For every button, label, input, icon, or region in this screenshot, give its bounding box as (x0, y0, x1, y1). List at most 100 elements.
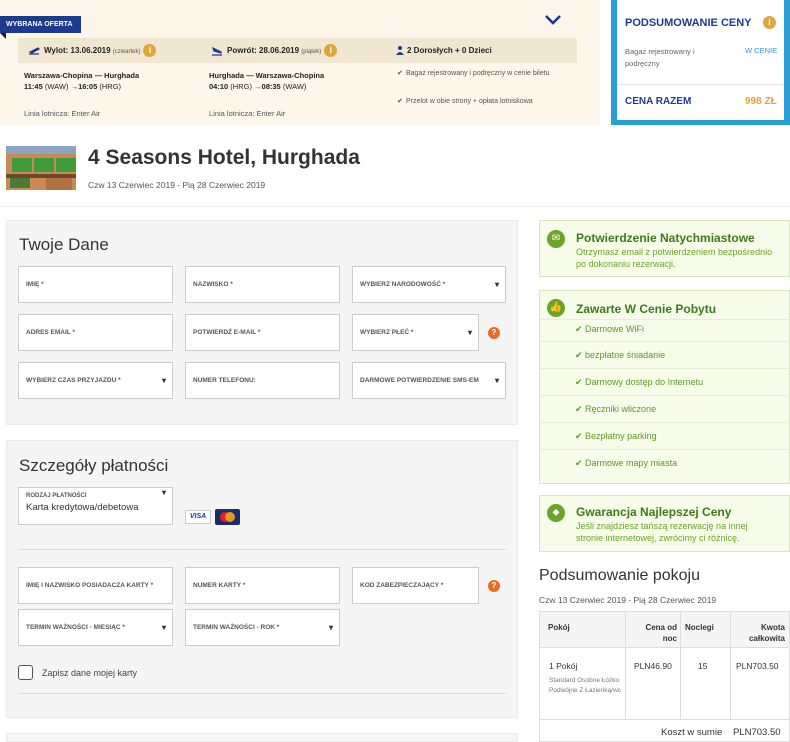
expiry-month-select[interactable]: TERMIN WAŻNOŚCI - MIESIĄC * (18, 609, 173, 646)
info-icon[interactable]: i (324, 44, 338, 58)
email-field[interactable]: ADRES EMAIL * (18, 314, 173, 351)
payment-section: Szczegóły płatności RODZAJ PŁATNOŚCI Kar… (6, 440, 518, 718)
included-in-price-box: 👍 Zawarte W Cenie Pobytu ✔ Darmowe WiFi … (539, 290, 790, 484)
amenity-label: bezpłatne śniadanie (585, 350, 666, 360)
amenity-label: Darmowy dostęp do Internetu (585, 377, 704, 387)
outbound-details: Warszawa-Chopina — Hurghada 11:45 (WAW) … (24, 70, 139, 92)
amenity-label: Darmowe WiFi (585, 324, 645, 334)
col-header-total-line: Kwota (761, 623, 785, 632)
return-details: Hurghada — Warszawa-Chopina 04:10 (HRG) … (209, 70, 324, 92)
expiry-year-select[interactable]: TERMIN WAŻNOŚCI - ROK * (185, 609, 340, 646)
outbound-dep-time: 11:45 (24, 82, 43, 91)
passengers-label: 2 Dorosłych + 0 Dzieci (407, 46, 492, 55)
chevron-down-icon[interactable] (543, 10, 563, 30)
amenity-item: ✔ Ręczniki wliczone (575, 404, 657, 414)
person-icon (396, 46, 404, 56)
amenity-label: Darmowe mapy miasta (585, 458, 678, 468)
return-arr-time: 08:35 (261, 82, 281, 91)
save-card-label: Zapisz dane mojej karty (42, 668, 138, 678)
included-luggage: Bagaż rejestrowany i podręczny w cenie b… (397, 69, 572, 79)
col-header-nights: Noclegi (685, 623, 714, 632)
first-name-field[interactable]: IMIĘ * (18, 266, 173, 303)
amenity-item: ✔ Darmowe mapy miasta (575, 458, 678, 468)
save-card-checkbox[interactable] (18, 665, 33, 680)
hotel-name: 4 Seasons Hotel, Hurghada (88, 146, 360, 169)
col-header-total-line: całkowita (748, 634, 785, 643)
col-header-price: Cena od noc (632, 622, 677, 644)
gender-select[interactable]: WYBIERZ PŁEĆ * (352, 314, 479, 351)
payment-type-select[interactable]: RODZAJ PŁATNOŚCI Karta kredytowa/debetow… (18, 487, 173, 525)
return-arr-code: (WAW) (282, 82, 307, 91)
box-text: Jeśli znajdziesz tańszą rezerwację na in… (576, 521, 748, 543)
section-title: Twoje Dane (19, 235, 109, 254)
personal-data-section: Twoje Dane IMIĘ * NAZWISKO * WYBIERZ NAR… (6, 220, 518, 425)
best-price-guarantee-box: ⬥ Gwarancja Najlepszej Ceny Jeśli znajdz… (539, 495, 790, 552)
section-title: Szczegóły płatności (19, 456, 169, 475)
return-dep-time: 04:10 (209, 82, 229, 91)
box-title: Zawarte W Cenie Pobytu (576, 302, 717, 316)
phone-field[interactable]: NUMER TELEFONU: (185, 362, 340, 399)
room-name: 1 Pokój (549, 661, 578, 671)
payment-type-label: RODZAJ PŁATNOŚCI (26, 493, 87, 499)
hotel-photo (6, 146, 76, 190)
box-title: Potwierdzenie Natychmiastowe (576, 231, 755, 245)
box-title: Gwarancja Najlepszej Ceny (576, 505, 732, 519)
help-icon[interactable]: ? (488, 580, 500, 592)
email-confirm-field[interactable]: POTWIERDŹ E-MAIL * (185, 314, 340, 351)
amenity-label: Ręczniki wliczone (585, 404, 657, 414)
arrow-icon: → (70, 82, 79, 91)
box-text: Otrzymasz email z potwierdzeniem bezpośr… (576, 247, 773, 269)
arrow-icon: → (254, 82, 262, 91)
info-icon[interactable]: i (143, 44, 157, 58)
amenity-item: ✔ bezpłatne śniadanie (575, 350, 666, 360)
outbound-route: Warszawa-Chopina — Hurghada (24, 71, 140, 80)
next-section (6, 733, 518, 742)
airline-outbound: Linia lotnicza: Enter Air (24, 109, 101, 118)
col-header-price-line: Cena od (645, 623, 677, 632)
plane-takeoff-icon (28, 47, 40, 55)
tag-icon: ⬥ (547, 504, 565, 522)
mastercard-icon (215, 509, 240, 525)
total-label: CENA RAZEM (625, 96, 692, 107)
outbound-dep-code: (WAW) (44, 82, 69, 91)
amenity-item: ✔ Bezpłatny parking (575, 431, 657, 441)
cardholder-name-field[interactable]: IMIĘ I NAZWISKO POSIADACZA KARTY * (18, 567, 173, 604)
sum-value: PLN703.50 (733, 727, 781, 738)
last-name-field[interactable]: NAZWISKO * (185, 266, 340, 303)
flight-summary-band: Wylot: 13.06.2019 (czwartek) i Powrót: 28… (18, 38, 577, 63)
outbound-arr-code: (HRG) (99, 82, 122, 91)
return-day: (piątek) (301, 49, 322, 55)
return-route: Hurghada — Warszawa-Chopina (209, 71, 325, 80)
outbound-label: Wylot: 13.06.2019 (44, 46, 111, 55)
sms-confirmation-select[interactable]: DARMOWE POTWIERDZENIE SMS-EM (352, 362, 506, 399)
arrival-time-select[interactable]: WYBIERZ CZAS PRZYJAZDU * (18, 362, 173, 399)
room-price: PLN46.90 (634, 661, 672, 671)
info-icon[interactable]: i (763, 16, 776, 29)
payment-type-value: Karta kredytowa/debetowa (26, 502, 139, 513)
luggage-value: W CENIE (745, 46, 778, 55)
room-description: Standard Osobne Łóżko Podwójne Z Łazienk… (549, 677, 621, 694)
room-summary-table: Pokój Cena od noc Noclegi Kwota całkowit… (539, 611, 790, 742)
card-number-field[interactable]: NUMER KARTY * (185, 567, 340, 604)
return-dep-code: (HRG) (230, 82, 252, 91)
price-summary-panel: PODSUMOWANIE CENY i Bagaż rejestrowany i… (611, 0, 790, 125)
nationality-select[interactable]: WYBIERZ NARODOWOŚĆ * (352, 266, 506, 303)
return-label: Powrót: 28.06.2019 (227, 46, 300, 55)
envelope-icon: ✉ (547, 230, 565, 248)
security-code-field[interactable]: KOD ZABEZPIECZAJĄCY * (352, 567, 479, 604)
hotel-dates: Czw 13 Czerwiec 2019 - Pią 28 Czerwiec 2… (88, 180, 266, 190)
thumbs-up-icon: 👍 (547, 299, 565, 317)
outbound-arr-time: 16:05 (78, 82, 98, 91)
amenity-item: ✔ Darmowe WiFi (575, 324, 645, 334)
col-header-total: Kwota całkowita (735, 622, 785, 644)
instant-confirmation-box: ✉ Potwierdzenie Natychmiastowe Otrzymasz… (539, 220, 790, 277)
passengers: 2 Dorosłych + 0 Dzieci (396, 38, 492, 63)
sum-label: Koszt w sumie (661, 727, 723, 738)
total-value: 998 ZŁ (745, 96, 777, 107)
room-nights: 15 (698, 661, 708, 671)
help-icon[interactable]: ? (488, 327, 500, 339)
airline-return: Linia lotnicza: Enter Air (209, 109, 286, 118)
amenity-item: ✔ Darmowy dostęp do Internetu (575, 377, 704, 387)
selected-offer-panel: WYBRANA OFERTA Wylot: 13.06.2019 (czwart… (0, 0, 600, 125)
luggage-label: Bagaż rejestrowany i podręczny (625, 47, 695, 68)
